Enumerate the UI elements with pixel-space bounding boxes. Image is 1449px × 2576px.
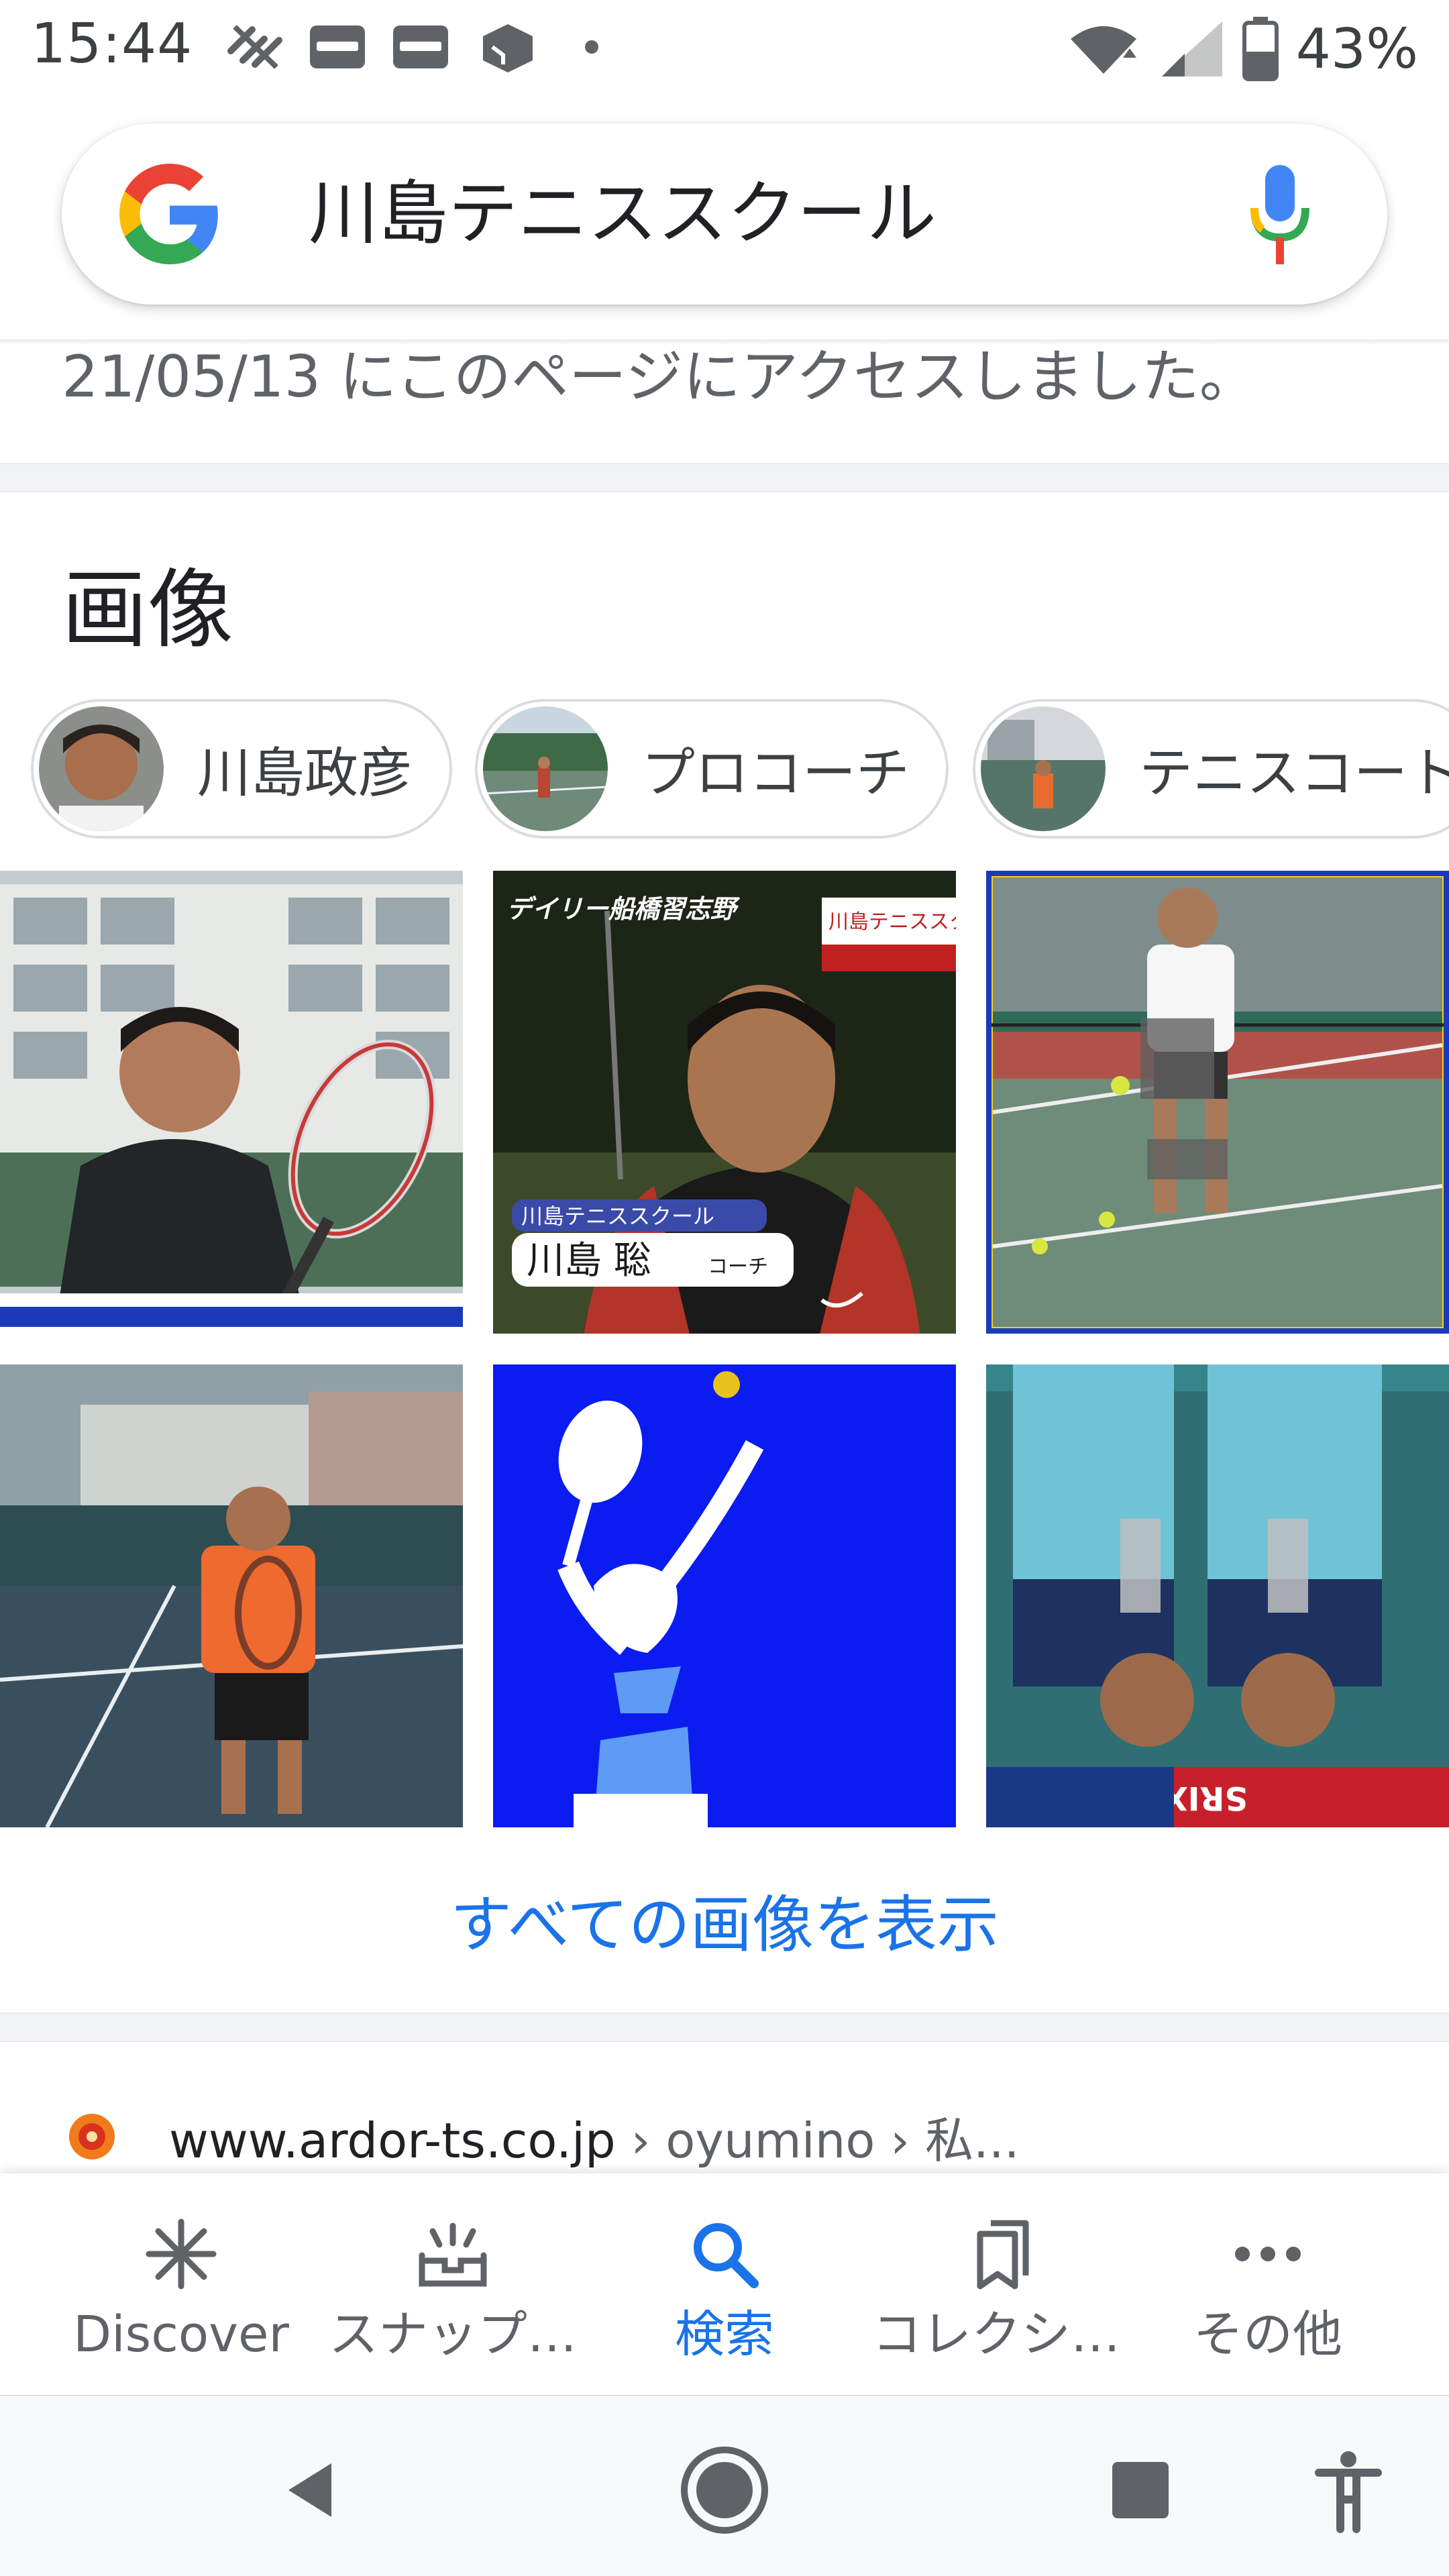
result-domain: www.ardor-ts.co.jp — [169, 2112, 616, 2169]
result-source-row[interactable]: www.ardor-ts.co.jp › oyumino › 私... — [62, 2101, 1020, 2171]
section-title-images: 画像 — [62, 560, 234, 660]
chip-label: 川島政彦 — [197, 742, 412, 804]
google-g-logo — [119, 164, 218, 264]
nav-search[interactable]: 検索 — [590, 2174, 859, 2395]
nav-label: コレクシ… — [872, 2306, 1120, 2363]
nav-label: その他 — [1193, 2306, 1342, 2363]
image-result-3[interactable] — [986, 871, 1449, 1334]
nav-label: スナップ… — [329, 2306, 577, 2363]
section-divider — [0, 463, 1449, 492]
image-caption-name: 川島 聡 — [527, 1239, 651, 1283]
image-result-1[interactable] — [0, 871, 463, 1334]
system-nav-bar — [0, 2395, 1449, 2576]
battery-icon — [1242, 17, 1279, 81]
visited-note: 21/05/13 にこのページにアクセスしました。 — [62, 343, 1257, 411]
nav-label: 検索 — [675, 2306, 774, 2363]
dot-more-icon — [585, 40, 598, 54]
nav-discover[interactable]: Discover — [47, 2174, 315, 2395]
image-caption-school: 川島テニススクール — [521, 1203, 714, 1229]
site-favicon-icon — [69, 2113, 115, 2159]
status-bar: 15:44 43% — [0, 0, 1449, 101]
image-result-2[interactable]: デイリー船橋習志野 川島テニススク 川島テニススクール 川島 聡 コーチ — [493, 871, 956, 1334]
asterisk-icon — [146, 2218, 217, 2290]
image-caption-top-left: デイリー船橋習志野 — [506, 894, 741, 924]
mobile-data-off-icon — [227, 25, 282, 69]
chip-kawashima-masahiko[interactable]: 川島政彦 — [31, 699, 452, 839]
nav-snapshot[interactable]: スナップ… — [319, 2174, 587, 2395]
pass-app-icon — [310, 25, 365, 68]
image-result-6[interactable]: SRIXON — [986, 1364, 1449, 1827]
image-caption-top-right: 川島テニススク — [828, 910, 956, 934]
status-right-group: 43% — [1067, 12, 1418, 86]
chip-tennis-court[interactable]: テニスコート — [973, 699, 1449, 839]
search-bar[interactable]: 川島テニススクール — [62, 123, 1387, 305]
pass-app-icon — [393, 25, 448, 68]
section-divider — [0, 2012, 1449, 2042]
chip-thumbnail — [39, 706, 164, 831]
search-header: 川島テニススクール — [0, 101, 1449, 342]
chip-thumbnail — [483, 706, 608, 831]
cell-signal-icon — [1161, 21, 1222, 76]
nav-collections[interactable]: コレクシ… — [862, 2174, 1130, 2395]
result-path: › oyumino › 私... — [615, 2112, 1020, 2169]
accessibility-icon[interactable] — [1301, 2443, 1395, 2537]
home-icon[interactable] — [678, 2443, 771, 2537]
bottom-nav: Discover スナップ… 検索 コレクシ… その他 — [0, 2174, 1449, 2395]
cube-app-icon — [483, 24, 533, 72]
nav-more[interactable]: その他 — [1134, 2174, 1402, 2395]
image-result-4[interactable] — [0, 1364, 463, 1827]
snapshot-tray-icon — [419, 2222, 487, 2287]
status-time: 15:44 — [31, 12, 193, 76]
back-icon[interactable] — [262, 2443, 356, 2537]
nav-label: Discover — [73, 2306, 289, 2363]
image-caption-role: コーチ — [708, 1255, 768, 1279]
image-result-5[interactable] — [493, 1364, 956, 1827]
recents-icon[interactable] — [1093, 2443, 1187, 2537]
result-url: www.ardor-ts.co.jp › oyumino › 私... — [169, 2101, 1020, 2171]
battery-percent: 43% — [1295, 17, 1418, 81]
chip-thumbnail — [981, 706, 1106, 831]
collections-bookmark-icon — [977, 2220, 1029, 2290]
more-dots-icon — [1235, 2247, 1301, 2261]
view-all-images-link[interactable]: すべての画像を表示 — [0, 1878, 1449, 1972]
screen: 15:44 43% 川島テニススクール 21/05/13 にこのページにアクセス… — [0, 0, 1449, 2576]
search-input[interactable]: 川島テニススクール — [309, 166, 936, 260]
wifi-icon — [1070, 26, 1136, 74]
chip-label: プロコーチ — [641, 742, 910, 804]
chip-label: テニスコート — [1139, 742, 1449, 804]
chip-pro-coach[interactable]: プロコーチ — [475, 699, 949, 839]
mic-icon[interactable] — [1246, 162, 1313, 270]
search-icon — [694, 2223, 759, 2288]
